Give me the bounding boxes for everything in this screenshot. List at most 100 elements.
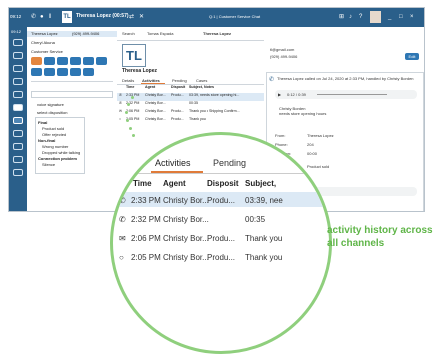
activity-time: 2:06 PM: [126, 109, 140, 113]
email-button[interactable]: [70, 68, 81, 76]
conversation-item-active[interactable]: Theresa Lopez (929) 499-9406: [27, 31, 117, 37]
history-icon[interactable]: [13, 169, 23, 176]
conversation-name: Theresa Lopez: [31, 31, 58, 36]
tab-contact[interactable]: Tomas Espada: [147, 31, 173, 36]
activity-row[interactable]: ✉ 2:06 PM Christy Bor... Produ... Thank …: [117, 109, 264, 117]
activity-subject: Thank you: [189, 117, 206, 121]
activities-icon[interactable]: [13, 117, 23, 124]
from-value: Theresa Lopez: [307, 133, 334, 138]
header-agent: Agent: [145, 85, 156, 89]
connector-dot: [125, 111, 128, 114]
activity-header: Time Agent Disposit Subject, Notes: [117, 85, 264, 93]
phone-icon: ✆: [269, 77, 275, 83]
chat-icon[interactable]: [13, 65, 23, 72]
grid-icon[interactable]: ⊞: [339, 13, 344, 21]
bell-icon[interactable]: ♪: [349, 13, 352, 21]
from-label: From:: [275, 133, 286, 138]
queue-status: Q:1 | Customer Service Chat: [209, 14, 261, 19]
zoom-row-disposition: Produ...: [207, 196, 236, 205]
audio-progress-track[interactable]: [317, 94, 387, 95]
contact-name: Theresa Lopez: [122, 68, 158, 74]
tab-search[interactable]: Search: [122, 31, 135, 36]
disposition-dropdown: Final Product sold Offer rejected Non-fi…: [35, 117, 85, 174]
activity-agent: Christy Bor...: [145, 101, 166, 105]
zoom-row-subject: 00:35: [245, 215, 266, 224]
zoom-call-icon: ✆: [119, 215, 126, 224]
subtab-details[interactable]: Details: [122, 78, 134, 83]
audio-player[interactable]: ▶ 0:12 / 0:39: [275, 90, 417, 99]
note-text: needs store opening hours: [279, 111, 327, 116]
minimize-icon[interactable]: _: [388, 13, 391, 21]
help-icon[interactable]: ?: [359, 13, 362, 21]
activity-row[interactable]: ✆ 2:32 PM Christy Bor... 00:35: [117, 101, 264, 109]
message-icon[interactable]: [13, 156, 23, 163]
play-icon[interactable]: ▶: [278, 92, 281, 97]
zoom-row-time: 2:06 PM: [131, 234, 161, 243]
zoom-header-agent: Agent: [163, 179, 186, 188]
zoom-row-time: 2:33 PM: [131, 196, 161, 205]
player-time: 0:12 / 0:39: [287, 92, 306, 97]
zoom-header-time: Time: [133, 179, 152, 188]
activity-agent: Christy Bor...: [145, 109, 166, 113]
close-icon[interactable]: ×: [410, 13, 414, 21]
connector-dot: [126, 119, 129, 122]
disposition-option[interactable]: Silence: [42, 162, 55, 168]
activity-row[interactable]: ○ 2:05 PM Christy Bor... Produ... Thank …: [117, 117, 264, 125]
microphone-icon[interactable]: ●: [40, 13, 44, 21]
edit-button[interactable]: Edit: [405, 53, 419, 60]
zoom-call-icon: ✆: [119, 196, 126, 205]
record-button[interactable]: [83, 57, 94, 65]
header-subject: Subject, Notes: [189, 85, 214, 89]
zoom-row-agent: Christy Bor...: [163, 215, 209, 224]
voice-signature-label[interactable]: voice signature: [37, 102, 64, 108]
divider: [31, 81, 113, 82]
reports-icon[interactable]: [13, 130, 23, 137]
schedule-button[interactable]: [83, 68, 94, 76]
toggle-icon[interactable]: [13, 52, 23, 59]
phone-icon[interactable]: ✆: [31, 13, 36, 21]
hold-button[interactable]: [31, 57, 42, 65]
activity-row[interactable]: ✆ 2:33 PM Christy Bor... Produ... 03:39,…: [117, 93, 264, 101]
header-time: Time: [126, 85, 135, 89]
pause-icon[interactable]: ‖: [49, 13, 51, 21]
script-button[interactable]: [31, 68, 42, 76]
mute-button[interactable]: [44, 57, 55, 65]
dialpad-button[interactable]: [96, 57, 107, 65]
mail-icon: ✉: [119, 109, 123, 113]
sidebar: 09:12: [9, 27, 27, 211]
zoom-row-time: 2:05 PM: [131, 253, 161, 262]
notes-button[interactable]: [44, 68, 55, 76]
activity-subject: 03:39, needs store opening hi...: [189, 93, 240, 97]
interaction-list-panel: Theresa Lopez (929) 499-9406 Cheryl Akun…: [27, 27, 118, 211]
mail-icon[interactable]: [13, 91, 23, 98]
contact-logo-large: TL: [122, 44, 146, 67]
notes-field[interactable]: [31, 91, 113, 98]
active-interaction-name[interactable]: Theresa Lopez (00:57): [76, 13, 129, 19]
transfer-icon[interactable]: ⇄: [129, 13, 134, 21]
subtab-cases[interactable]: Cases: [196, 78, 207, 83]
disposition-select[interactable]: select disposition: [37, 110, 67, 116]
sidebar-time: 09:12: [11, 29, 22, 34]
avatar[interactable]: [370, 11, 381, 23]
subtab-pending[interactable]: Pending: [172, 78, 187, 83]
zoom-row-time: 2:32 PM: [131, 215, 161, 224]
maximize-icon[interactable]: □: [399, 13, 403, 21]
activity-disposition: Produ...: [171, 93, 184, 97]
hangup-icon[interactable]: ✕: [139, 13, 144, 21]
tab-contact-active[interactable]: Theresa Lopez: [203, 31, 231, 36]
zoom-tab-details: Details: [117, 158, 145, 168]
zoom-row-agent: Christy Bor...: [163, 234, 209, 243]
clock: 09:12: [10, 14, 22, 19]
calendar-icon[interactable]: [13, 78, 23, 85]
connector-dot: [132, 134, 135, 137]
conference-button[interactable]: [70, 57, 81, 65]
settings-icon[interactable]: [13, 143, 23, 150]
activity-agent: Christy Bor...: [145, 93, 166, 97]
call-icon: ✆: [119, 101, 123, 105]
home-icon[interactable]: [13, 39, 23, 46]
conversation-item[interactable]: Cheryl Akuna: [31, 40, 55, 46]
transfer-button[interactable]: [57, 57, 68, 65]
contacts-icon[interactable]: [13, 104, 23, 111]
sms-button[interactable]: [57, 68, 68, 76]
caption: activity history across all channels: [327, 225, 433, 249]
